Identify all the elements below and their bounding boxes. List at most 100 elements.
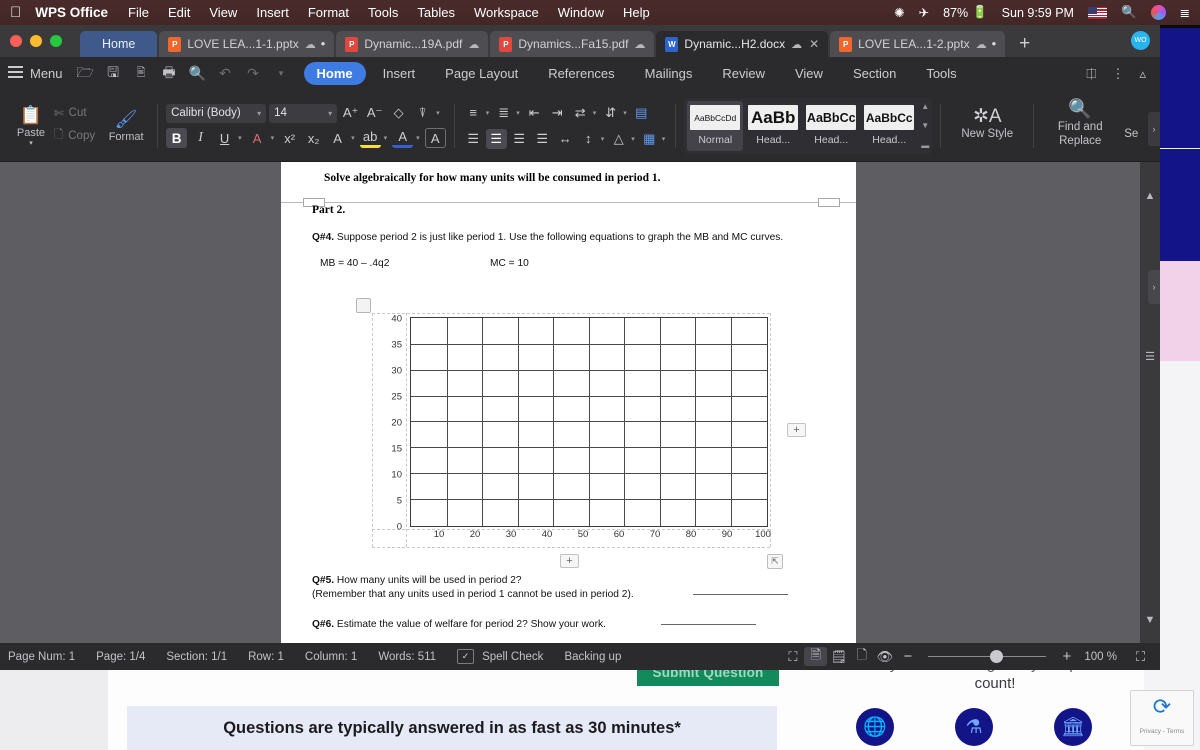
style-normal[interactable]: AaBbCcDd Normal	[687, 100, 744, 151]
more-options-icon[interactable]: ⋮	[1111, 66, 1124, 82]
save-icon[interactable]: 🖫	[105, 62, 122, 86]
menu-view[interactable]: View	[209, 5, 237, 20]
menu-file[interactable]: File	[128, 5, 149, 20]
minimize-window-button[interactable]	[30, 35, 42, 47]
highlight-color-button[interactable]: ab	[359, 128, 381, 148]
menu-workspace[interactable]: Workspace	[474, 5, 539, 20]
tab-mailings[interactable]: Mailings	[632, 62, 706, 85]
borders-icon[interactable]: ▦	[639, 129, 660, 149]
zoom-out-button[interactable]: −	[896, 647, 919, 666]
chevron-down-icon[interactable]: ▾	[271, 134, 275, 142]
chevron-down-icon[interactable]: ▾	[662, 135, 666, 143]
style-heading-3[interactable]: AaBbCc Head...	[861, 101, 917, 151]
control-center-icon[interactable]: ≣	[1180, 5, 1190, 20]
line-spacing-icon[interactable]: ↕	[578, 129, 599, 149]
share-icon[interactable]: ⎅	[1086, 66, 1096, 82]
style-gallery-scroll[interactable]: ▲ ▼ ▬	[919, 102, 929, 150]
customize-quick-access-icon[interactable]: ▾	[273, 68, 290, 79]
redo-icon[interactable]: ↷	[245, 65, 262, 82]
chevron-down-icon[interactable]: ▾	[416, 134, 420, 142]
fit-page-icon[interactable]: ⛶	[1129, 647, 1152, 666]
tab-pdf-1[interactable]: P Dynamic...19A.pdf ☁	[336, 31, 489, 57]
print-icon[interactable]: 🖶	[161, 62, 178, 86]
close-window-button[interactable]	[10, 35, 22, 47]
tab-pdf-2[interactable]: P Dynamics...Fa15.pdf ☁	[490, 31, 655, 57]
apple-logo-icon[interactable]: 	[10, 5, 21, 20]
zoom-knob[interactable]	[990, 650, 1004, 663]
align-center-icon[interactable]: ☰	[485, 128, 507, 149]
style-heading-1[interactable]: AaBb Head...	[745, 101, 801, 151]
superscript-button[interactable]: x²	[279, 128, 300, 148]
new-style-button[interactable]: ✲A New Style	[949, 107, 1025, 141]
menu-tools[interactable]: Tools	[368, 5, 398, 20]
font-color-button[interactable]: A	[247, 128, 268, 148]
chevron-down-icon[interactable]: ▾	[601, 135, 605, 143]
menu-tables[interactable]: Tables	[417, 5, 455, 20]
scroll-up-icon[interactable]: ▲	[1143, 190, 1157, 202]
asian-layout-icon[interactable]: ⇄	[570, 103, 591, 123]
cut-button[interactable]: ✄ Cut	[54, 106, 95, 120]
bold-button[interactable]: B	[166, 128, 188, 148]
zoom-in-button[interactable]: +	[1055, 647, 1078, 666]
menu-insert[interactable]: Insert	[256, 5, 289, 20]
chevron-down-icon[interactable]: ▾	[623, 109, 627, 117]
menu-help[interactable]: Help	[623, 5, 650, 20]
move-icon[interactable]: move-icon	[356, 298, 371, 313]
wifi-icon[interactable]: ✈	[919, 5, 929, 20]
maximize-window-button[interactable]	[50, 35, 62, 47]
font-shading-button[interactable]: A	[392, 128, 414, 148]
document-map-icon[interactable]: ☰	[1143, 350, 1157, 363]
print-preview-icon[interactable]: 🔍	[189, 65, 206, 82]
scroll-down-icon[interactable]: ▼	[1143, 614, 1157, 626]
decrease-indent-icon[interactable]: ⇤	[524, 103, 545, 123]
home-tab[interactable]: Home	[80, 31, 158, 57]
active-app-name[interactable]: WPS Office	[35, 5, 108, 20]
spell-check-label[interactable]: Spell Check	[482, 651, 543, 663]
character-border-button[interactable]: A	[424, 128, 446, 148]
spotlight-search-icon[interactable]: 🔍	[1121, 5, 1137, 20]
scroll-down-icon[interactable]: ▼	[921, 121, 929, 130]
style-heading-2[interactable]: AaBbCc Head...	[803, 101, 859, 151]
shrink-font-icon[interactable]: A⁻	[364, 103, 385, 123]
chevron-down-icon[interactable]: ▾	[384, 134, 388, 142]
italic-button[interactable]: I	[190, 128, 211, 148]
document-canvas[interactable]: Solve algebraically for how many units w…	[0, 162, 1160, 643]
q6-answer-line[interactable]	[660, 623, 756, 625]
chevron-down-icon[interactable]: ▾	[631, 135, 635, 143]
battery-status[interactable]: 87% 🔋	[943, 5, 988, 20]
tab-section[interactable]: Section	[840, 62, 909, 85]
collapse-ribbon-icon[interactable]: ▵	[1139, 66, 1146, 82]
menu-format[interactable]: Format	[308, 5, 349, 20]
tab-pptx-2[interactable]: P LOVE LEA...1-2.pptx ☁ •	[830, 31, 1006, 57]
tab-tools[interactable]: Tools	[913, 62, 969, 85]
format-painter-button[interactable]: 🖌 Format	[103, 109, 149, 143]
tab-insert[interactable]: Insert	[370, 62, 429, 85]
distribute-icon[interactable]: ↔	[555, 129, 576, 149]
increase-indent-icon[interactable]: ⇥	[547, 103, 568, 123]
tab-home[interactable]: Home	[303, 62, 366, 85]
graph-plot-area[interactable]	[410, 317, 768, 527]
font-size-input[interactable]: 14 ▾	[269, 103, 338, 123]
grow-font-icon[interactable]: A⁺	[340, 103, 361, 123]
tab-view[interactable]: View	[782, 62, 836, 85]
q5-answer-line[interactable]	[692, 593, 788, 595]
tab-pptx-1[interactable]: P LOVE LEA...1-1.pptx ☁ •	[159, 31, 335, 57]
window-controls[interactable]	[6, 25, 80, 57]
spell-check-icon[interactable]: ✓	[457, 649, 475, 664]
chevron-down-icon[interactable]: ▾	[238, 134, 242, 142]
tab-page-layout[interactable]: Page Layout	[432, 62, 531, 85]
menu-button[interactable]: Menu	[8, 66, 63, 81]
graph-object[interactable]: move-icon 40 35 30 25 20 15	[356, 298, 806, 569]
eye-protection-icon[interactable]: 👁	[873, 647, 896, 666]
recaptcha-badge[interactable]: ⟳ Privacy - Terms	[1130, 690, 1194, 746]
document-page[interactable]: Solve algebraically for how many units w…	[281, 162, 856, 643]
align-left-icon[interactable]: ☰	[463, 129, 484, 149]
outline-view-icon[interactable]: 🗒	[827, 647, 850, 666]
export-pdf-icon[interactable]: 🖹	[133, 64, 150, 83]
fullscreen-icon[interactable]: ⛶	[781, 647, 804, 666]
paste-button[interactable]: 📋 Paste ▾	[8, 105, 54, 147]
open-icon[interactable]: 🗁	[77, 62, 94, 86]
bullet-list-icon[interactable]: ≡	[463, 103, 484, 123]
chevron-down-icon[interactable]: ▾	[516, 109, 520, 117]
sort-icon[interactable]: ⇵	[600, 103, 621, 123]
